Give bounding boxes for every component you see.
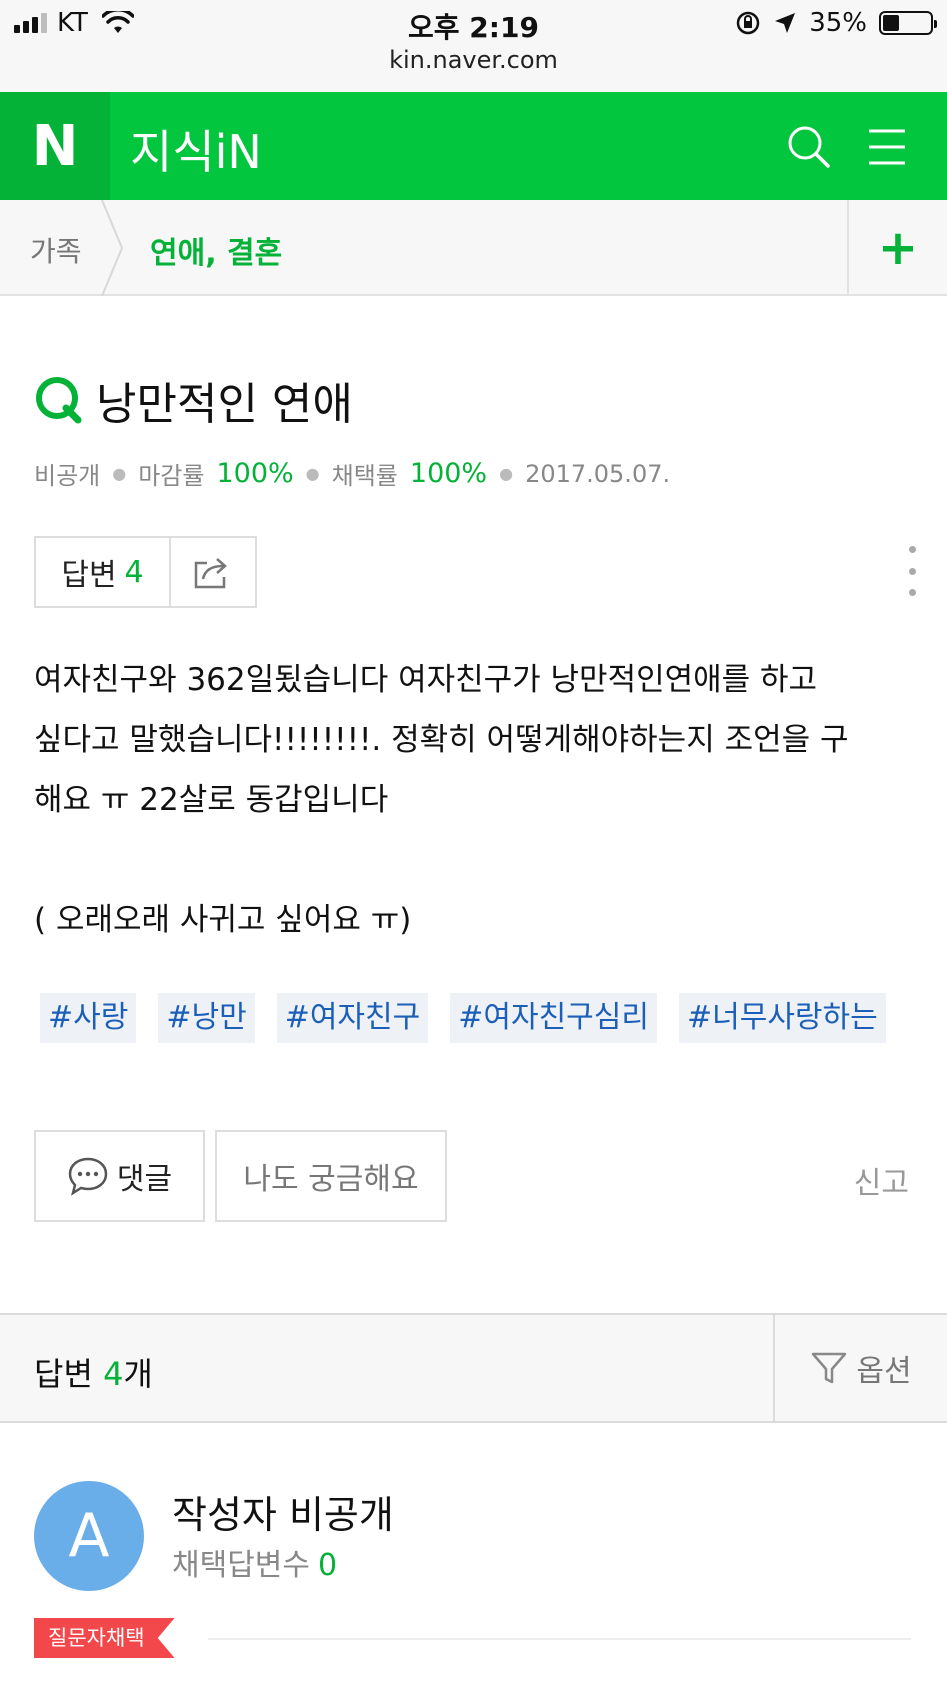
adopt-rate-label: 채택률 bbox=[331, 462, 398, 490]
tag-item[interactable]: #낭만 bbox=[158, 993, 255, 1043]
question-meta: 비공개 ● 마감률 100% ● 채택률 100% ● 2017.05.07. bbox=[34, 456, 670, 491]
breadcrumb-parent[interactable]: 가족 bbox=[30, 230, 82, 270]
rotation-lock-icon bbox=[736, 11, 760, 35]
adopt-rate-value: 100% bbox=[409, 458, 488, 489]
filter-icon bbox=[812, 1352, 847, 1384]
meta-dot: ● bbox=[499, 464, 514, 483]
question-title: 낭만적인 연애 bbox=[96, 379, 353, 430]
brand-title[interactable]: 지식iN bbox=[130, 116, 262, 182]
breadcrumb-separator-icon bbox=[101, 200, 124, 296]
close-rate-value: 100% bbox=[216, 458, 294, 489]
answers-count: 4 bbox=[103, 1355, 124, 1393]
battery-percent: 35% bbox=[809, 8, 867, 38]
question-body-line: 싶다고 말했습니다!!!!!!!!. 정확히 어떻게해야하는지 조언을 구 bbox=[34, 722, 849, 758]
question-title-row: 낭만적인 연애 bbox=[34, 368, 353, 432]
comment-bubble-icon bbox=[68, 1157, 108, 1196]
tag-list: #사랑 #낭만 #여자친구 #여자친구심리 #너무사랑하는 bbox=[40, 993, 886, 1043]
tag-item[interactable]: #여자친구심리 bbox=[450, 993, 657, 1043]
question-author: 비공개 bbox=[34, 462, 101, 490]
divider bbox=[208, 1638, 911, 1640]
answer-count-value: 4 bbox=[124, 554, 144, 590]
naver-logo[interactable]: N bbox=[0, 92, 110, 200]
avatar: A bbox=[34, 1481, 144, 1591]
options-button[interactable]: 옵션 bbox=[773, 1315, 947, 1421]
answers-label: 답변 bbox=[34, 1355, 93, 1393]
answer-share-group: 답변 4 bbox=[34, 536, 257, 608]
answers-header: 답변 4개 옵션 bbox=[0, 1313, 947, 1423]
report-link[interactable]: 신고 bbox=[854, 1158, 909, 1202]
answers-title: 답변 4개 bbox=[34, 1349, 153, 1395]
question-date: 2017.05.07. bbox=[525, 459, 671, 488]
share-icon bbox=[194, 558, 227, 589]
address-url[interactable]: kin.naver.com bbox=[0, 46, 947, 74]
adopted-count-label: 채택답변수 bbox=[172, 1548, 310, 1583]
breadcrumb: 가족 연애, 결혼 + bbox=[0, 200, 947, 296]
question-body: 여자친구와 362일됬습니다 여자친구가 낭만적인연애를 하고 싶다고 말했습니… bbox=[34, 650, 914, 830]
search-icon[interactable] bbox=[784, 122, 834, 172]
breadcrumb-current[interactable]: 연애, 결혼 bbox=[150, 228, 282, 272]
tag-item[interactable]: #여자친구 bbox=[276, 993, 429, 1043]
status-right: 35% bbox=[735, 8, 937, 38]
answers-unit: 개 bbox=[123, 1355, 153, 1393]
question-body-line: ( 오래오래 사귀고 싶어요 ㅠ) bbox=[34, 902, 412, 938]
tag-item[interactable]: #사랑 bbox=[40, 993, 137, 1043]
question-q-icon bbox=[36, 377, 82, 424]
close-rate-label: 마감률 bbox=[138, 462, 205, 490]
add-button[interactable]: + bbox=[847, 200, 947, 296]
question-body-line: 해요 ㅠ 22살로 동갑입니다 bbox=[34, 782, 389, 818]
comment-label: 댓글 bbox=[116, 1162, 173, 1197]
meta-dot: ● bbox=[305, 464, 320, 483]
answer-count-label: 답변 bbox=[61, 558, 117, 593]
battery-fill bbox=[883, 15, 900, 31]
battery-icon bbox=[879, 11, 937, 35]
share-button[interactable] bbox=[171, 538, 255, 606]
answer-author-stats: 채택답변수 0 bbox=[172, 1540, 337, 1584]
adopted-count-value: 0 bbox=[318, 1548, 338, 1583]
question-body-line: 여자친구와 362일됬습니다 여자친구가 낭만적인연애를 하고 bbox=[34, 662, 818, 698]
location-arrow-icon bbox=[775, 13, 796, 33]
options-label: 옵션 bbox=[856, 1354, 912, 1389]
answer-count-button[interactable]: 답변 4 bbox=[36, 538, 171, 606]
answer-author: 작성자 비공개 bbox=[172, 1493, 394, 1537]
more-options-icon[interactable] bbox=[907, 546, 917, 596]
curious-button[interactable]: 나도 궁금해요 bbox=[215, 1130, 447, 1222]
adopted-badge: 질문자채택 bbox=[34, 1618, 175, 1658]
status-bar: KT 오후 2:19 35% kin.naver.com bbox=[0, 0, 947, 92]
comment-button[interactable]: 댓글 bbox=[34, 1130, 205, 1222]
question-actions: 댓글 나도 궁금해요 bbox=[34, 1130, 447, 1222]
tag-item[interactable]: #너무사랑하는 bbox=[678, 993, 886, 1043]
menu-icon[interactable] bbox=[862, 122, 912, 172]
meta-dot: ● bbox=[112, 464, 127, 483]
app-header: N 지식iN bbox=[0, 92, 947, 200]
